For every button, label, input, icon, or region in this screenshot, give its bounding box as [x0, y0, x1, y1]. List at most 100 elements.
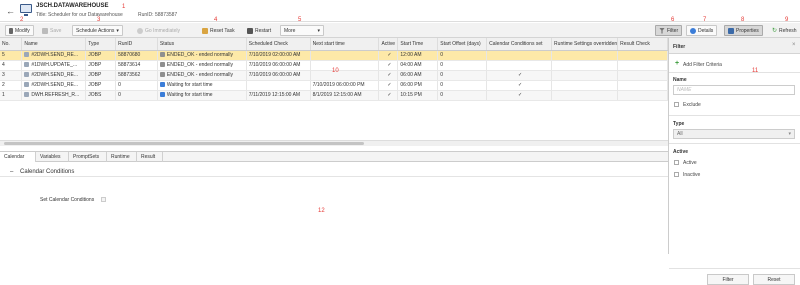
calendar-conditions-check [486, 50, 553, 61]
start-time: 04:00 AM [397, 60, 439, 71]
column-header[interactable]: Next start time [310, 38, 380, 51]
add-filter-criteria-link[interactable]: Add Filter Criteria [683, 62, 722, 68]
reset-task-button[interactable]: Reset Task [198, 25, 239, 36]
job-type-text: JOBP [88, 52, 102, 58]
filter-apply-button[interactable]: Filter [707, 274, 749, 285]
scheduled-check [246, 80, 311, 91]
set-calendar-checkbox[interactable] [101, 197, 106, 202]
row-number-text: 3 [2, 72, 5, 78]
workflow-icon [24, 52, 30, 57]
table-row[interactable]: 2 #2DWH.SEND_RE... JOBP 0 Waiting for start … [0, 80, 668, 91]
column-header[interactable]: No. [0, 38, 23, 51]
start-offset-text: 0 [440, 72, 444, 78]
scheduled-check-text: 7/10/2019 02:00:00 AM [248, 52, 301, 58]
result-check [617, 90, 668, 101]
calendar-conditions-check-text: ✓ [518, 82, 523, 88]
annotation-label: 12 [318, 208, 325, 214]
start-offset: 0 [437, 50, 488, 61]
column-header[interactable]: RunID [115, 38, 158, 51]
job-type-text: JOBP [88, 62, 102, 68]
column-header[interactable]: Scheduled Check [246, 38, 311, 51]
next-start-time-text: 7/10/2019 06:00:00 PM [312, 82, 365, 88]
active-checkbox[interactable] [674, 160, 679, 165]
name-input[interactable]: NAME [673, 85, 795, 95]
play-icon [137, 27, 143, 34]
horizontal-scrollbar[interactable] [0, 140, 668, 146]
column-header[interactable]: Runtime Settings overridden [551, 38, 619, 51]
add-icon[interactable]: + [675, 60, 679, 67]
job-name-text: #2DWH.SEND_RE... [31, 72, 79, 78]
properties-button[interactable]: Properties [724, 25, 763, 36]
divider [669, 72, 800, 73]
go-immediately-button[interactable]: Go Immediately [133, 25, 184, 36]
run-id-text: 58873614 [118, 62, 141, 68]
job-name: #2DWH.SEND_RE... [21, 80, 87, 91]
pencil-icon [9, 27, 13, 34]
start-offset-text: 0 [440, 62, 444, 68]
result-check [617, 50, 668, 61]
title-bar: ← JSCH.DATAWAREHOUSE Title: Scheduler fo… [0, 0, 800, 22]
row-number: 1 [0, 90, 23, 101]
tab-runtime[interactable]: Runtime [107, 152, 137, 162]
tab-calendar[interactable]: Calendar [0, 152, 36, 162]
collapse-icon[interactable]: – [10, 169, 13, 175]
job-type: JOBS [85, 90, 117, 101]
job-status: ENDED_OK - ended normally [157, 70, 247, 81]
tab-promptsets[interactable]: PromptSets [69, 152, 107, 162]
close-icon[interactable]: × [792, 42, 796, 48]
active-check-text: ✓ [387, 72, 392, 78]
start-time-text: 10:15 PM [400, 92, 422, 98]
column-header[interactable]: Start Offset (days) [437, 38, 488, 51]
restart-button[interactable]: Restart [243, 25, 275, 36]
calendar-conditions-check: ✓ [486, 90, 553, 101]
active-check: ✓ [378, 50, 399, 61]
type-select[interactable]: All ▾ [673, 129, 795, 139]
exclude-checkbox[interactable] [674, 102, 679, 107]
column-header[interactable]: Start Time [397, 38, 439, 51]
refresh-button[interactable]: ↻ Refresh [768, 25, 800, 36]
more-dropdown[interactable]: More ▾ [280, 25, 324, 36]
active-option-label: Active [683, 160, 697, 166]
tab-result[interactable]: Result [137, 152, 163, 162]
schedule-actions-dropdown[interactable]: Schedule Actions ▾ [72, 25, 123, 36]
divider [669, 268, 800, 269]
filter-reset-button[interactable]: Reset [753, 274, 795, 285]
back-arrow-icon[interactable]: ← [6, 6, 15, 16]
filter-panel-title: Filter [673, 44, 686, 50]
modify-button[interactable]: Modify [5, 25, 34, 36]
job-status: ENDED_OK - ended normally [157, 50, 247, 61]
run-id-text: 0 [118, 92, 121, 98]
inactive-checkbox[interactable] [674, 172, 679, 177]
column-header[interactable]: Type [85, 38, 117, 51]
column-header[interactable]: Status [157, 38, 247, 51]
filter-panel: Filter × + Add Filter Criteria Name NAME… [668, 38, 800, 285]
calendar-conditions-header[interactable]: – Calendar Conditions [0, 167, 668, 177]
filter-button[interactable]: Filter [655, 25, 683, 36]
annotation-label: 9 [785, 17, 789, 23]
row-number: 3 [0, 70, 23, 81]
runtime-overridden [551, 70, 619, 81]
ended-ok-status-icon [159, 72, 165, 77]
active-check-text: ✓ [387, 82, 392, 88]
tab-variables[interactable]: Variables [36, 152, 69, 162]
column-header[interactable]: Active [378, 38, 399, 51]
row-number-text: 5 [2, 52, 5, 58]
column-header[interactable]: Result Check [617, 38, 668, 51]
start-time-text: 04:00 AM [400, 62, 422, 68]
job-type-text: JOBP [88, 72, 102, 78]
annotation-label: 6 [671, 17, 675, 23]
annotation-label: 7 [703, 17, 707, 23]
table-row[interactable]: 1 DWH.REFRESH_R... JOBS 0 Waiting for start … [0, 90, 668, 101]
column-header[interactable]: Name [21, 38, 87, 51]
scheduled-check: 7/10/2019 02:00:00 AM [246, 50, 311, 61]
start-time-text: 12:00 AM [400, 52, 422, 58]
column-header[interactable]: Calendar Conditions set [486, 38, 553, 51]
info-icon [690, 27, 696, 34]
details-button[interactable]: Details [686, 25, 718, 36]
scrollbar-thumb[interactable] [4, 142, 364, 145]
job-status-text: Waiting for start time [166, 82, 213, 88]
save-button[interactable]: Save [38, 25, 65, 36]
calendar-conditions-check: ✓ [486, 70, 553, 81]
table-row[interactable]: 5 #2DWH.SEND_RE... JOBP 58870680 ENDED_OK - … [0, 50, 668, 61]
row-number: 5 [0, 50, 23, 61]
